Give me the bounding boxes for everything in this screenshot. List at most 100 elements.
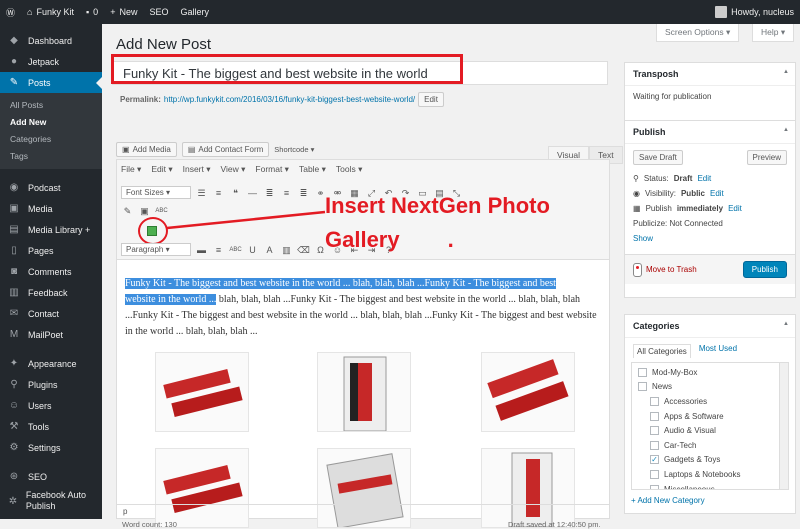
category-checkbox[interactable]	[638, 367, 647, 377]
sidebar-item-comments[interactable]: ◙ Comments	[0, 261, 102, 282]
wp-logo-icon[interactable]: Ⓦ	[0, 0, 21, 24]
tab-all-categories[interactable]: All Categories	[633, 344, 691, 358]
help-button[interactable]: Help ▾	[752, 24, 795, 42]
align-left-icon[interactable]: ≣	[263, 187, 276, 199]
category-item[interactable]: Car-Tech	[636, 438, 784, 453]
submenu-categories[interactable]: Categories	[0, 131, 102, 148]
status-edit-link[interactable]: Edit	[697, 174, 711, 183]
publish-button[interactable]: Publish	[742, 261, 787, 278]
paste-text-icon[interactable]: ▥	[280, 244, 293, 256]
indent-icon[interactable]: ⇤	[348, 244, 361, 256]
sidebar-item-facebook-auto-publish[interactable]: ✲ Facebook Auto Publish	[0, 487, 102, 515]
publish-date-edit-link[interactable]: Edit	[728, 204, 742, 213]
clear-format-icon[interactable]: ⌫	[297, 244, 310, 256]
menu-format[interactable]: Format ▾	[255, 164, 289, 175]
category-item[interactable]: ✓ Gadgets & Toys	[636, 453, 784, 468]
sidebar-item-posts[interactable]: ✎ Posts	[0, 72, 102, 93]
category-scrollbar[interactable]	[779, 363, 788, 489]
menu-view[interactable]: View ▾	[221, 164, 246, 175]
align-center-icon[interactable]: ≡	[280, 187, 293, 199]
publicize-show-link[interactable]: Show	[633, 234, 653, 243]
sidebar-item-dashboard[interactable]: ◆ Dashboard	[0, 30, 102, 51]
permalink-edit-button[interactable]: Edit	[418, 92, 444, 107]
screen-options-button[interactable]: Screen Options ▾	[656, 24, 740, 42]
sidebar-item-plugins[interactable]: ⚲ Plugins	[0, 374, 102, 395]
permalink-url[interactable]: http://wp.funkykit.com/2016/03/16/funky-…	[164, 95, 415, 104]
category-checkbox[interactable]	[650, 426, 659, 436]
submenu-add-new[interactable]: Add New	[0, 114, 102, 131]
emoji-icon[interactable]: ☺	[331, 244, 344, 256]
gallery-image[interactable]	[317, 352, 411, 432]
menu-tools[interactable]: Tools ▾	[336, 164, 362, 175]
editor-content[interactable]: Funky Kit - The biggest and best website…	[125, 276, 603, 340]
submenu-all-posts[interactable]: All Posts	[0, 97, 102, 114]
numbered-list-icon[interactable]: ≡	[212, 187, 225, 199]
category-checkbox[interactable]	[650, 396, 659, 406]
sidebar-item-tools[interactable]: ⚒ Tools	[0, 416, 102, 437]
gallery-image[interactable]	[155, 352, 249, 432]
sidebar-item-media-library-[interactable]: ▤ Media Library +	[0, 219, 102, 240]
category-checkbox[interactable]: ✓	[650, 455, 659, 465]
sidebar-item-contact[interactable]: ✉ Contact	[0, 303, 102, 324]
category-checkbox[interactable]	[650, 411, 659, 421]
image-icon[interactable]: ▣	[138, 205, 151, 217]
font-sizes-select[interactable]: Font Sizes ▾	[121, 186, 191, 199]
abc-icon[interactable]: ABC	[229, 244, 242, 256]
align-right-icon[interactable]: ≣	[297, 187, 310, 199]
preview-button[interactable]: Preview	[746, 150, 787, 165]
shortcode-dropdown[interactable]: Shortcode ▾	[274, 145, 314, 154]
add-new-category-link[interactable]: + Add New Category	[631, 496, 705, 505]
category-item[interactable]: News	[636, 380, 784, 395]
category-checkbox[interactable]	[650, 440, 659, 450]
category-item[interactable]: Apps & Software	[636, 409, 784, 424]
blockquote-icon[interactable]: ❝	[229, 187, 242, 199]
category-checkbox[interactable]	[650, 469, 659, 479]
strikethrough-icon[interactable]: ≡	[212, 244, 225, 256]
category-checkbox[interactable]	[650, 484, 659, 489]
help-icon[interactable]: ?	[382, 244, 395, 256]
add-media-button[interactable]: ▣ Add Media	[116, 142, 177, 157]
text-color-icon[interactable]: A	[263, 244, 276, 256]
submenu-tags[interactable]: Tags	[0, 148, 102, 165]
sidebar-item-media[interactable]: ▣ Media	[0, 198, 102, 219]
sidebar-item-seo[interactable]: ⊛ SEO	[0, 466, 102, 487]
hr-icon[interactable]: —	[246, 187, 259, 199]
add-contact-form-button[interactable]: ▤ Add Contact Form	[181, 142, 270, 157]
sidebar-item-appearance[interactable]: ✦ Appearance	[0, 353, 102, 374]
paint-icon[interactable]: ✎	[121, 205, 134, 217]
menu-file[interactable]: File ▾	[121, 164, 141, 175]
new-content-link[interactable]: + New	[104, 0, 143, 24]
tab-most-used[interactable]: Most Used	[699, 344, 737, 358]
sidebar-item-jetpack[interactable]: ● Jetpack	[0, 51, 102, 72]
move-to-trash-link[interactable]: Move to Trash	[646, 265, 697, 274]
site-name-link[interactable]: ⌂ Funky Kit	[21, 0, 80, 24]
gallery-link[interactable]: Gallery	[174, 0, 215, 24]
save-draft-button[interactable]: Save Draft	[633, 150, 683, 165]
category-checkbox[interactable]	[638, 382, 647, 392]
sidebar-item-settings[interactable]: ⚙ Settings	[0, 437, 102, 458]
outdent-icon[interactable]: ⇥	[365, 244, 378, 256]
underline-icon[interactable]: U	[246, 244, 259, 256]
category-item[interactable]: Mod-My-Box	[636, 365, 784, 380]
post-title-input[interactable]: Funky Kit - The biggest and best website…	[112, 61, 608, 85]
sidebar-item-podcast[interactable]: ◉ Podcast	[0, 177, 102, 198]
category-item[interactable]: Audio & Visual	[636, 423, 784, 438]
sidebar-item-feedback[interactable]: ▥ Feedback	[0, 282, 102, 303]
justify-icon[interactable]: ▬	[195, 244, 208, 256]
sidebar-item-mailpoet[interactable]: M MailPoet	[0, 324, 102, 345]
visibility-edit-link[interactable]: Edit	[710, 189, 724, 198]
bullet-list-icon[interactable]: ☰	[195, 187, 208, 199]
menu-table[interactable]: Table ▾	[299, 164, 326, 175]
menu-insert[interactable]: Insert ▾	[183, 164, 211, 175]
category-item[interactable]: Miscellaneous	[636, 482, 784, 489]
category-item[interactable]: Laptops & Notebooks	[636, 467, 784, 482]
seo-link[interactable]: SEO	[143, 0, 174, 24]
sidebar-item-users[interactable]: ☺ Users	[0, 395, 102, 416]
gallery-image[interactable]	[481, 352, 575, 432]
user-account-menu[interactable]: Howdy, nucleus	[709, 0, 800, 24]
paragraph-select[interactable]: Paragraph ▾	[121, 243, 191, 256]
category-item[interactable]: Accessories	[636, 394, 784, 409]
comments-link[interactable]: ▪ 0	[80, 0, 104, 24]
omega-icon[interactable]: Ω	[314, 244, 327, 256]
sidebar-item-pages[interactable]: ▯ Pages	[0, 240, 102, 261]
